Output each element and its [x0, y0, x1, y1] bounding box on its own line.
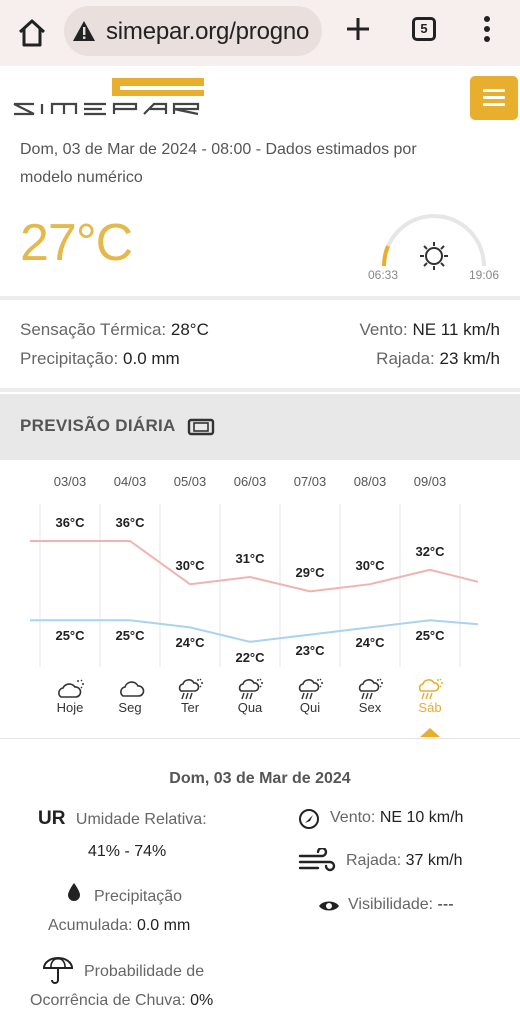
min-temp-label: 25°C [115, 628, 145, 644]
precip-label: Precipitação [94, 888, 183, 905]
warning-icon[interactable] [72, 20, 96, 42]
day-tab-qua[interactable]: Qua [220, 700, 280, 715]
day-date: 03/03 [53, 474, 87, 489]
ur-abbr: UR [38, 808, 66, 829]
sun-icon [420, 242, 448, 270]
humidity-value: 41% - 74% [88, 843, 167, 860]
tab-switcher-button[interactable]: 5 [412, 17, 436, 41]
day-tab-sáb[interactable]: Sáb [400, 700, 460, 715]
rain-sun-icon[interactable] [340, 676, 400, 702]
humidity-row: UR Umidade Relativa: [38, 808, 207, 829]
max-temp-label: 32°C [415, 543, 445, 559]
divider [0, 296, 520, 300]
day-tab-seg[interactable]: Seg [100, 700, 160, 715]
visibility-row: Visibilidade: --- [348, 896, 454, 913]
max-temp-label: 29°C [295, 565, 325, 581]
cloud-icon[interactable] [100, 676, 160, 702]
max-temp-label: 36°C [115, 515, 145, 530]
day-date: 07/03 [293, 474, 327, 489]
feels-like: Sensação Térmica: 28°C [20, 320, 209, 339]
new-tab-icon[interactable] [344, 15, 372, 43]
precip-row: Acumulada: 0.0 mm [48, 917, 191, 934]
selected-day-pointer [420, 728, 440, 737]
min-temp-label: 23°C [295, 642, 325, 658]
day-date: 06/03 [233, 474, 267, 489]
rain-sun-icon[interactable] [400, 676, 460, 702]
max-temp-label: 30°C [175, 558, 205, 574]
current-wind: Vento: NE 11 km/h [359, 320, 500, 339]
day-date: 09/03 [413, 474, 447, 489]
day-tab-sex[interactable]: Sex [340, 700, 400, 715]
max-temp-label: 36°C [55, 515, 85, 530]
daily-forecast-header: PREVISÃO DIÁRIA [0, 394, 520, 460]
divider [0, 388, 520, 392]
gust-row: Rajada: 37 km/h [346, 852, 463, 869]
more-options-icon[interactable] [480, 14, 494, 44]
rain-prob-row: Ocorrência de Chuva: 0% [30, 992, 214, 1009]
sunset-time: 19:06 [469, 268, 500, 282]
day-date: 04/03 [113, 474, 147, 489]
compass-icon [299, 809, 319, 829]
day-tab-qui[interactable]: Qui [280, 700, 340, 715]
home-icon[interactable] [14, 15, 50, 51]
rain-sun-icon[interactable] [280, 676, 340, 702]
url-text: simepar.org/progno [106, 18, 310, 45]
day-tab-hoje[interactable]: Hoje [40, 700, 100, 715]
current-datetime: Dom, 03 de Mar de 2024 - 08:00 - Dados e… [20, 141, 417, 186]
current-gust: Rajada: 23 km/h [376, 349, 500, 368]
rain-sun-icon[interactable] [160, 676, 220, 702]
divider [0, 738, 520, 739]
max-temp-label: 31°C [235, 551, 265, 566]
current-temperature: 27°C [20, 214, 133, 272]
min-temp-label: 24°C [175, 635, 205, 651]
detail-date: Dom, 03 de Mar de 2024 [169, 770, 351, 787]
eye-icon [319, 901, 339, 911]
max-temp-label: 30°C [355, 558, 385, 574]
min-temp-label: 24°C [355, 635, 385, 651]
cloud-sun-icon[interactable] [40, 676, 100, 702]
umbrella-icon [42, 957, 74, 984]
daily-forecast-title: PREVISÃO DIÁRIA [20, 416, 176, 435]
day-tab-ter[interactable]: Ter [160, 700, 220, 715]
wind-row: Vento: NE 10 km/h [330, 809, 464, 826]
sunrise-time: 06:33 [368, 268, 399, 282]
address-bar[interactable]: simepar.org/progno [64, 6, 322, 56]
wind-gust-icon [298, 848, 336, 872]
day-date: 08/03 [353, 474, 387, 489]
browser-toolbar: simepar.org/progno 5 [0, 0, 520, 66]
expand-view-icon[interactable] [187, 418, 215, 436]
raindrop-icon [68, 883, 80, 901]
min-temp-label: 22°C [235, 649, 265, 665]
rain-prob-label: Probabilidade de [84, 963, 205, 980]
simepar-logo[interactable] [12, 78, 204, 120]
min-temp-label: 25°C [55, 628, 85, 644]
day-date: 05/03 [173, 474, 207, 489]
rain-sun-icon[interactable] [220, 676, 280, 702]
current-precipitation: Precipitação: 0.0 mm [20, 349, 180, 368]
min-temp-label: 25°C [415, 628, 445, 644]
menu-button[interactable] [470, 76, 518, 120]
